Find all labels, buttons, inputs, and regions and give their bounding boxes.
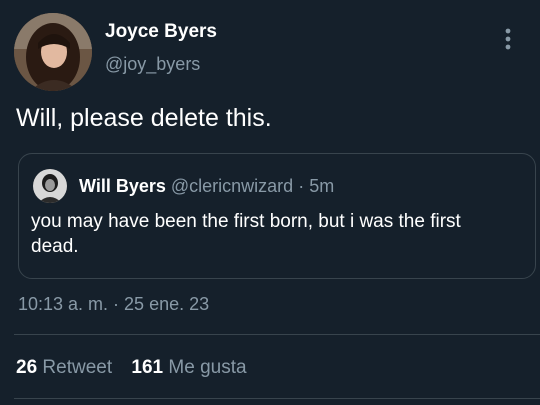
author-handle[interactable]: @joy_byers bbox=[105, 54, 200, 75]
quoted-tweet-header: Will Byers @clericnwizard · 5m bbox=[79, 176, 334, 197]
tweet: Joyce Byers @joy_byers Will, please dele… bbox=[0, 0, 540, 405]
author-avatar[interactable] bbox=[14, 13, 92, 91]
quoted-author-avatar bbox=[33, 169, 67, 203]
retweets-stat[interactable]: 26 Retweet bbox=[16, 357, 117, 378]
quoted-tweet[interactable]: Will Byers @clericnwizard · 5m you may h… bbox=[18, 153, 536, 279]
divider bbox=[14, 334, 540, 335]
likes-label: Me gusta bbox=[168, 357, 247, 378]
quoted-tweet-text: you may have been the first born, but i … bbox=[31, 211, 461, 257]
more-options-icon[interactable] bbox=[498, 26, 518, 52]
tweet-timestamp[interactable]: 10:13 a. m. · 25 ene. 23 bbox=[18, 294, 209, 315]
likes-count: 161 bbox=[131, 357, 164, 378]
retweets-label: Retweet bbox=[42, 357, 113, 378]
retweets-count: 26 bbox=[16, 357, 38, 378]
quoted-author-handle: @clericnwizard bbox=[170, 176, 294, 196]
divider bbox=[14, 398, 540, 399]
quoted-author-name: Will Byers bbox=[79, 176, 166, 196]
tweet-stats: 26 Retweet 161 Me gusta bbox=[16, 357, 261, 379]
quoted-separator: · bbox=[298, 176, 305, 196]
quoted-tweet-age: 5m bbox=[309, 176, 335, 196]
likes-stat[interactable]: 161 Me gusta bbox=[131, 357, 246, 378]
author-name[interactable]: Joyce Byers bbox=[105, 21, 217, 43]
tweet-text: Will, please delete this. bbox=[16, 104, 272, 132]
